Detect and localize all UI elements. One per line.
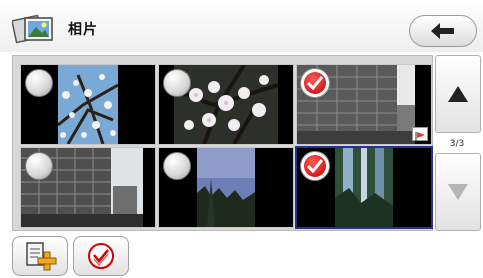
selected-check-icon[interactable] <box>300 151 330 181</box>
photo-thumbnail[interactable] <box>20 64 156 145</box>
photo-thumbnail[interactable] <box>296 64 432 145</box>
title-bar: 相片 <box>0 0 483 52</box>
select-radio[interactable] <box>25 69 53 97</box>
photo-album-icon <box>12 14 53 44</box>
photo-grid <box>12 55 433 231</box>
left-arrow-icon <box>431 23 454 39</box>
pager: 3/3 <box>435 55 481 231</box>
select-radio[interactable] <box>25 152 53 180</box>
photo-thumbnail[interactable] <box>20 147 156 228</box>
page-title: 相片 <box>68 22 98 38</box>
select-radio[interactable] <box>163 69 191 97</box>
up-triangle-icon <box>448 86 468 102</box>
select-all-check-icon <box>88 243 114 269</box>
flag-icon <box>412 127 428 142</box>
select-all-button[interactable] <box>73 236 129 276</box>
photo-image <box>335 148 393 227</box>
selected-check-icon[interactable] <box>300 68 330 98</box>
add-button[interactable] <box>12 236 68 276</box>
photo-image <box>58 65 118 144</box>
photo-thumbnail[interactable] <box>158 147 294 228</box>
back-button[interactable] <box>409 15 477 47</box>
photo-image <box>197 148 255 227</box>
page-down-button[interactable] <box>435 153 481 231</box>
page-indicator: 3/3 <box>449 139 465 149</box>
page-up-button[interactable] <box>435 55 481 133</box>
photo-thumbnail[interactable] <box>295 146 433 229</box>
down-triangle-icon <box>448 184 468 200</box>
add-document-icon <box>26 242 57 271</box>
select-radio[interactable] <box>163 152 191 180</box>
photo-thumbnail[interactable] <box>158 64 294 145</box>
